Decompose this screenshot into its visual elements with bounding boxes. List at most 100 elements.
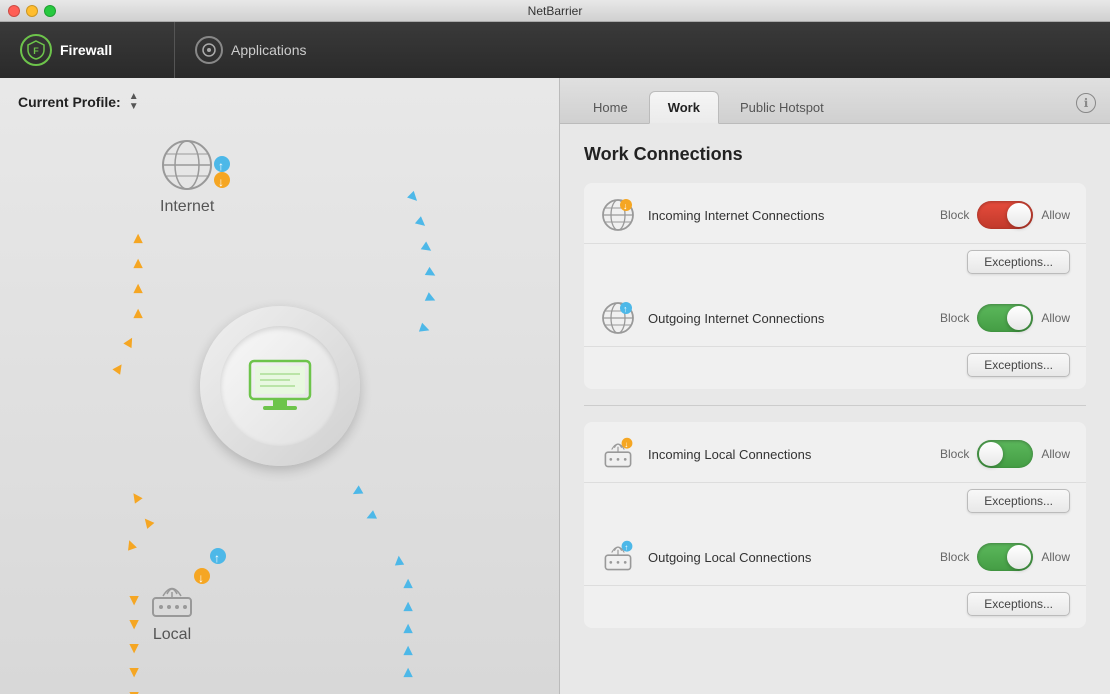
allow-label-3: Allow [1041, 447, 1070, 461]
svg-text:↑: ↑ [218, 159, 224, 173]
tab-work[interactable]: Work [649, 91, 719, 124]
toggle-thumb [1007, 545, 1031, 569]
incoming-local-row: ↓ Incoming Local Connections Block Allow [584, 422, 1086, 483]
internet-connections-section: ↓ Incoming Internet Connections Block Al… [584, 183, 1086, 389]
svg-text:▼: ▼ [130, 280, 146, 297]
computer-inner-ring [220, 326, 340, 446]
outgoing-local-toggle[interactable] [977, 543, 1033, 571]
tab-public-hotspot[interactable]: Public Hotspot [721, 91, 843, 124]
svg-text:▼: ▼ [400, 598, 416, 615]
applications-label: Applications [231, 42, 307, 58]
maximize-button[interactable] [44, 5, 56, 17]
local-connections-section: ↓ Incoming Local Connections Block Allow… [584, 422, 1086, 628]
outgoing-local-icon: ↑ [600, 539, 636, 575]
right-content: Work Connections ↓ Incoming Inte [560, 124, 1110, 694]
globe-icon [160, 138, 214, 192]
outgoing-internet-icon: ↑ [600, 300, 636, 336]
outgoing-internet-controls: Block Allow [940, 304, 1070, 332]
close-button[interactable] [8, 5, 20, 17]
current-profile: Current Profile: ▲ ▼ [0, 78, 559, 112]
computer-node [200, 306, 360, 466]
incoming-internet-icon: ↓ [600, 197, 636, 233]
allow-label-4: Allow [1041, 550, 1070, 564]
svg-text:F: F [33, 46, 39, 56]
svg-text:▼: ▼ [400, 620, 416, 637]
toggle-thumb [1007, 306, 1031, 330]
outgoing-local-exceptions-row: Exceptions... [584, 586, 1086, 628]
svg-text:▲: ▲ [126, 688, 142, 694]
local-node: Local [145, 580, 199, 644]
monitor-icon [245, 356, 315, 416]
block-label-4: Block [940, 550, 969, 564]
internet-node: Internet [160, 138, 214, 216]
svg-text:▼: ▼ [400, 642, 416, 659]
firewall-label: Firewall [60, 42, 112, 58]
firewall-icon: F [20, 34, 52, 66]
section-divider [584, 405, 1086, 406]
info-button[interactable]: ℹ [1076, 93, 1096, 113]
incoming-internet-exceptions-btn[interactable]: Exceptions... [967, 250, 1070, 274]
incoming-internet-label: Incoming Internet Connections [648, 208, 928, 223]
outgoing-local-controls: Block Allow [940, 543, 1070, 571]
svg-text:▼: ▼ [400, 664, 416, 681]
svg-text:▼: ▼ [130, 255, 146, 272]
svg-text:↓: ↓ [218, 175, 224, 189]
incoming-local-exceptions-btn[interactable]: Exceptions... [967, 489, 1070, 513]
profile-down-btn[interactable]: ▼ [129, 102, 139, 112]
svg-text:▲: ▲ [414, 318, 435, 339]
section-title: Work Connections [584, 144, 1086, 165]
toggle-thumb [1007, 203, 1031, 227]
svg-text:▼: ▼ [136, 511, 159, 534]
outgoing-internet-exceptions-btn[interactable]: Exceptions... [967, 353, 1070, 377]
svg-text:▲: ▲ [126, 640, 142, 657]
block-label-2: Block [940, 311, 969, 325]
firewall-nav-item[interactable]: F Firewall [0, 22, 175, 78]
svg-text:▼: ▼ [346, 481, 369, 503]
svg-text:↓: ↓ [624, 440, 628, 449]
title-bar: NetBarrier [0, 0, 1110, 22]
content-area: Current Profile: ▲ ▼ Internet [0, 78, 1110, 694]
outgoing-internet-row: ↑ Outgoing Internet Connections Block Al… [584, 286, 1086, 347]
right-panel: Home Work Public Hotspot ℹ Work Connecti… [560, 78, 1110, 694]
outgoing-internet-toggle[interactable] [977, 304, 1033, 332]
svg-text:▲: ▲ [402, 186, 425, 209]
svg-text:↑: ↑ [623, 304, 628, 314]
computer-outer-ring [200, 306, 360, 466]
svg-text:▼: ▼ [125, 486, 148, 509]
toggle-thumb [979, 442, 1003, 466]
svg-text:▲: ▲ [126, 592, 142, 609]
block-label-1: Block [940, 208, 969, 222]
svg-text:▲: ▲ [126, 664, 142, 681]
svg-text:▲: ▲ [416, 237, 439, 260]
left-panel: Current Profile: ▲ ▼ Internet [0, 78, 560, 694]
svg-text:▼: ▼ [121, 534, 142, 555]
applications-nav-item[interactable]: Applications [175, 22, 327, 78]
incoming-local-toggle[interactable] [977, 440, 1033, 468]
outgoing-local-row: ↑ Outgoing Local Connections Block Allow [584, 525, 1086, 586]
toolbar: F Firewall Applications [0, 22, 1110, 78]
incoming-internet-toggle[interactable] [977, 201, 1033, 229]
incoming-internet-exceptions-row: Exceptions... [584, 244, 1086, 286]
svg-text:▲: ▲ [410, 211, 433, 234]
svg-text:▼: ▼ [130, 230, 146, 247]
incoming-local-label: Incoming Local Connections [648, 447, 928, 462]
profile-stepper[interactable]: ▲ ▼ [129, 92, 139, 112]
minimize-button[interactable] [26, 5, 38, 17]
incoming-local-controls: Block Allow [940, 440, 1070, 468]
svg-text:▼: ▼ [130, 305, 146, 322]
svg-text:▼: ▼ [360, 506, 382, 528]
svg-text:▼: ▼ [119, 331, 141, 354]
outgoing-local-exceptions-btn[interactable]: Exceptions... [967, 592, 1070, 616]
incoming-internet-row: ↓ Incoming Internet Connections Block Al… [584, 183, 1086, 244]
current-profile-label: Current Profile: [18, 94, 121, 110]
tab-home[interactable]: Home [574, 91, 647, 124]
svg-text:▲: ▲ [420, 288, 442, 310]
outgoing-local-label: Outgoing Local Connections [648, 550, 928, 565]
incoming-internet-controls: Block Allow [940, 201, 1070, 229]
incoming-local-exceptions-row: Exceptions... [584, 483, 1086, 525]
svg-text:▼: ▼ [391, 551, 408, 569]
window-title: NetBarrier [528, 4, 583, 18]
window-controls [8, 5, 56, 17]
svg-text:▼: ▼ [108, 357, 131, 380]
outgoing-internet-label: Outgoing Internet Connections [648, 311, 928, 326]
